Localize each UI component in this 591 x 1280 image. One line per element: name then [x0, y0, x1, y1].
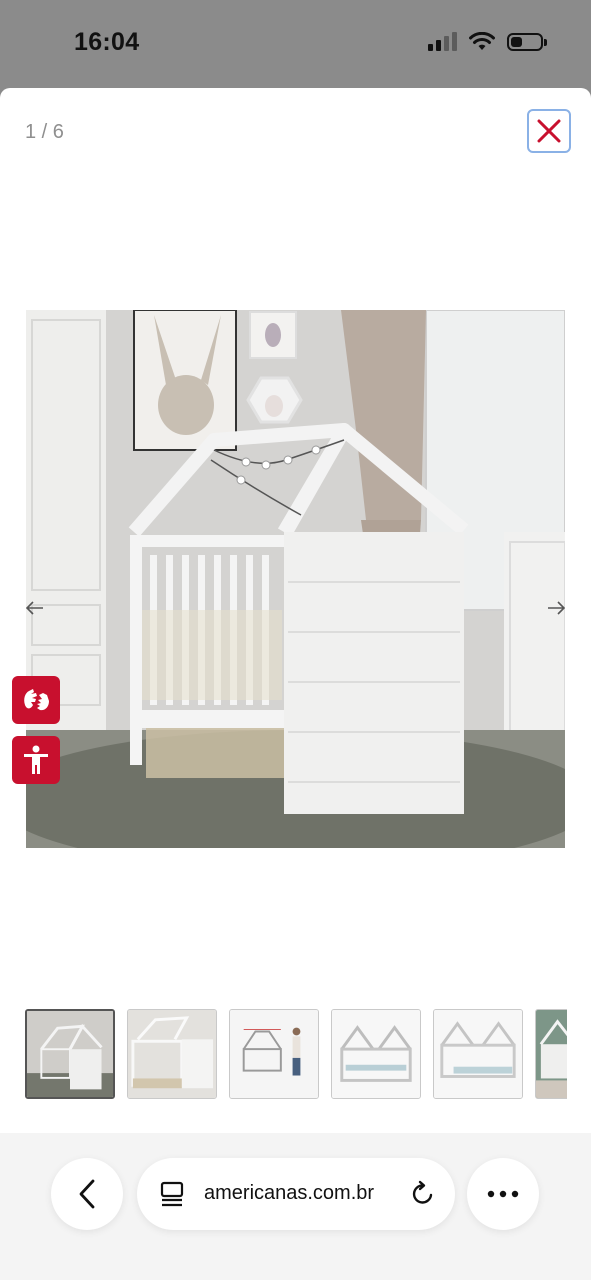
- sign-language-button[interactable]: [12, 676, 60, 724]
- address-bar[interactable]: americanas.com.br: [137, 1158, 455, 1230]
- crib-room-photo: [27, 1011, 113, 1097]
- status-icons: [428, 32, 547, 52]
- crib-toddler-bed-render: [434, 1010, 522, 1098]
- previous-image-arrow[interactable]: [23, 596, 47, 620]
- page-menu-icon: [160, 1181, 184, 1207]
- thumbnail-5[interactable]: [433, 1009, 523, 1099]
- crib-green-room-photo: [536, 1010, 567, 1098]
- image-counter: 1 / 6: [25, 121, 64, 143]
- crib-closeup-photo: [128, 1010, 216, 1098]
- close-button[interactable]: [527, 109, 571, 153]
- close-x-icon: [537, 119, 561, 143]
- thumbnail-4[interactable]: [331, 1009, 421, 1099]
- accessibility-person-icon: [24, 745, 48, 774]
- white-house-frame-crib-photo: [26, 310, 565, 848]
- wifi-icon: [469, 32, 495, 50]
- status-time: 16:04: [74, 28, 140, 56]
- thumbnail-3[interactable]: [229, 1009, 319, 1099]
- chevron-left-icon: [79, 1179, 95, 1209]
- status-bar: 16:04: [0, 0, 591, 90]
- main-product-image: [26, 310, 565, 848]
- image-gallery-modal: 1 / 6: [0, 88, 591, 1133]
- thumbnail-6[interactable]: [535, 1009, 567, 1099]
- signal-icon: [428, 32, 457, 51]
- arrow-right-icon: [548, 601, 565, 615]
- crib-front-render: [332, 1010, 420, 1098]
- more-dots-icon: [487, 1190, 519, 1198]
- thumbnail-2[interactable]: [127, 1009, 217, 1099]
- back-button[interactable]: [51, 1158, 123, 1230]
- thumbnail-strip: [25, 1009, 567, 1099]
- more-button[interactable]: [467, 1158, 539, 1230]
- accessibility-button[interactable]: [12, 736, 60, 784]
- arrow-left-icon: [26, 601, 43, 615]
- sign-language-hands-icon: [24, 689, 49, 711]
- url-text: americanas.com.br: [204, 1182, 375, 1204]
- next-image-arrow[interactable]: [544, 596, 568, 620]
- reload-icon[interactable]: [409, 1180, 437, 1208]
- crib-dimensions-photo: [230, 1010, 318, 1098]
- thumbnail-1[interactable]: [25, 1009, 115, 1099]
- browser-toolbar: americanas.com.br: [0, 1133, 591, 1280]
- battery-icon: [507, 33, 547, 51]
